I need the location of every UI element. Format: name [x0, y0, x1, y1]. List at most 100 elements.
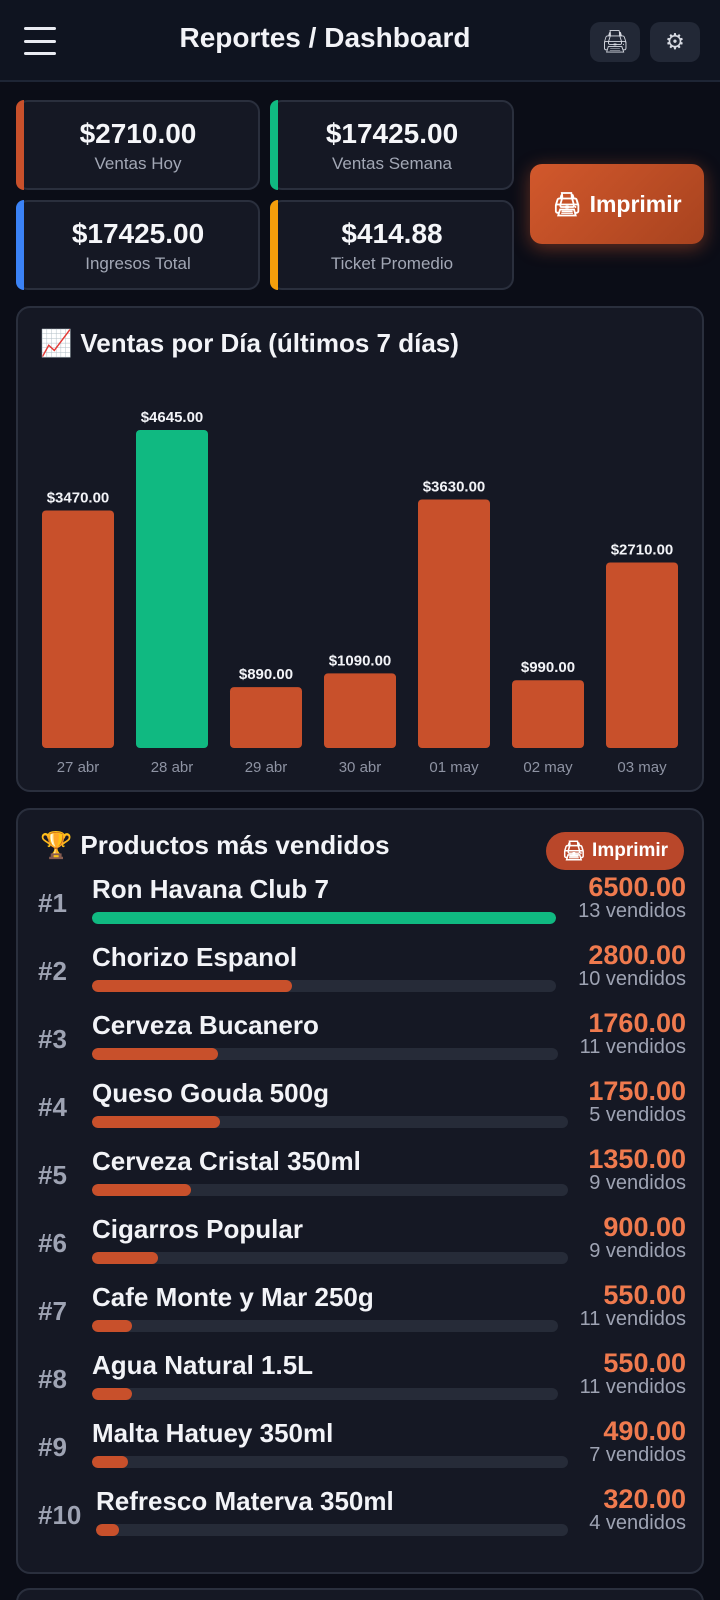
product-units: 11 vendidos	[579, 1036, 686, 1058]
print-products-button[interactable]: 🖨 Imprimir	[546, 832, 684, 870]
kpi-value: $17425.00	[71, 218, 205, 249]
print-icon-button[interactable]: 🖨	[590, 22, 640, 62]
chart-bar	[324, 673, 396, 748]
product-name: Chorizo Espanol	[92, 942, 298, 972]
product-units: 4 vendidos	[589, 1512, 686, 1534]
product-rank: #3	[38, 1024, 67, 1054]
product-revenue: 1350.00	[588, 1144, 686, 1174]
product-share-track	[92, 1184, 568, 1196]
product-revenue: 2800.00	[588, 940, 686, 970]
product-share-track	[92, 1456, 568, 1468]
top-products-title: 🏆 Productos más vendidos	[40, 830, 390, 861]
kpi-card-ventas-hoy: $2710.00 Ventas Hoy	[16, 100, 260, 190]
product-units: 7 vendidos	[589, 1444, 686, 1466]
settings-icon-button[interactable]: ⚙	[650, 22, 700, 62]
product-rank: #7	[38, 1296, 67, 1326]
product-share-bar	[92, 912, 556, 924]
hamburger-icon[interactable]	[24, 24, 56, 58]
product-revenue: 6500.00	[588, 872, 686, 902]
product-units: 9 vendidos	[589, 1172, 686, 1194]
next-panel	[16, 1588, 704, 1600]
chart-value-label: $990.00	[521, 659, 575, 676]
product-revenue: 550.00	[603, 1348, 686, 1378]
product-share-track	[96, 1524, 568, 1536]
chart-tick-label: 03 may	[617, 759, 667, 776]
product-name: Cigarros Popular	[92, 1214, 303, 1244]
product-revenue: 550.00	[603, 1280, 686, 1310]
product-share-bar	[92, 1320, 132, 1332]
product-name: Malta Hatuey 350ml	[92, 1418, 334, 1448]
sales-chart-panel: 📈 Ventas por Día (últimos 7 días) $3470.…	[16, 306, 704, 792]
product-rank: #10	[38, 1500, 82, 1530]
product-revenue: 320.00	[603, 1484, 686, 1514]
chart-value-label: $4645.00	[141, 409, 204, 426]
chart-bar	[606, 562, 678, 748]
chart-tick-label: 02 may	[523, 759, 573, 776]
product-rank: #6	[38, 1228, 67, 1258]
product-share-track	[92, 1388, 558, 1400]
product-name: Refresco Materva 350ml	[96, 1486, 394, 1516]
product-name: Queso Gouda 500g	[92, 1078, 329, 1108]
kpi-card-ticket-promedio: $414.88 Ticket Promedio	[270, 200, 514, 290]
app-header: Reportes / Dashboard 🖨 ⚙	[0, 0, 720, 82]
top-products-panel: 🏆 Productos más vendidos 🖨 Imprimir #1 Ro…	[16, 808, 704, 1574]
chart-tick-label: 27 abr	[57, 759, 100, 776]
top-products-title-text: Productos más vendidos	[80, 830, 390, 860]
product-units: 10 vendidos	[578, 968, 686, 990]
chart-value-label: $1090.00	[329, 652, 392, 669]
product-share-bar	[92, 1116, 221, 1128]
chart-value-label: $3470.00	[47, 489, 110, 506]
product-share-bar	[92, 1252, 158, 1264]
gear-icon: ⚙	[665, 29, 685, 54]
chart-tick-label: 28 abr	[151, 759, 194, 776]
trophy-icon: 🏆	[40, 830, 73, 860]
product-share-track	[92, 912, 556, 924]
chart-tick-label: 29 abr	[245, 759, 288, 776]
product-share-bar	[96, 1524, 120, 1536]
product-revenue: 1760.00	[588, 1008, 686, 1038]
print-report-label: Imprimir	[589, 190, 682, 217]
product-name: Cerveza Cristal 350ml	[92, 1146, 361, 1176]
print-report-button[interactable]: 🖨 Imprimir	[530, 164, 704, 244]
kpi-card-ventas-semana: $17425.00 Ventas Semana	[270, 100, 514, 190]
sales-bar-chart: $3470.00 27 abr $4645.00 28 abr $890.00 29 ab…	[42, 409, 678, 776]
chart-value-label: $3630.00	[423, 478, 486, 495]
product-row: #10 Refresco Materva 350ml 320.00 4 vendido…	[18, 1484, 706, 1554]
product-name: Ron Havana Club 7	[92, 874, 329, 904]
product-share-track	[92, 1048, 558, 1060]
product-units: 11 vendidos	[579, 1308, 686, 1330]
product-share-track	[92, 1320, 558, 1332]
product-row: #1 Ron Havana Club 7 6500.00 13 vendidos	[18, 872, 706, 942]
product-share-bar	[92, 1456, 128, 1468]
product-share-track	[92, 1252, 568, 1264]
kpi-card-ingresos-total: $17425.00 Ingresos Total	[16, 200, 260, 290]
chart-bar	[230, 687, 302, 748]
printer-icon: 🖨	[561, 841, 587, 862]
product-rank: #9	[38, 1432, 67, 1462]
kpi-value: $17425.00	[325, 118, 459, 149]
product-row: #6 Cigarros Popular 900.00 9 vendidos	[18, 1212, 706, 1282]
product-units: 13 vendidos	[578, 900, 686, 922]
kpi-label: Ventas Hoy	[94, 154, 182, 173]
kpi-label: Ingresos Total	[85, 254, 191, 273]
chart-bar	[42, 510, 114, 748]
product-row: #8 Agua Natural 1.5L 550.00 11 vendidos	[18, 1348, 706, 1418]
kpi-value: $414.88	[341, 218, 443, 249]
product-share-track	[92, 980, 556, 992]
product-share-bar	[92, 1184, 191, 1196]
product-share-bar	[92, 1388, 132, 1400]
page-title: Reportes / Dashboard	[179, 22, 471, 53]
product-rank: #8	[38, 1364, 67, 1394]
product-rank: #4	[38, 1092, 67, 1122]
product-share-bar	[92, 980, 292, 992]
chart-value-label: $890.00	[239, 666, 293, 683]
product-rank: #5	[38, 1160, 67, 1190]
product-revenue: 900.00	[603, 1212, 686, 1242]
product-row: #5 Cerveza Cristal 350ml 1350.00 9 vendidos	[18, 1144, 706, 1214]
printer-icon: 🖨	[552, 190, 582, 217]
chart-tick-label: 30 abr	[339, 759, 382, 776]
product-name: Agua Natural 1.5L	[92, 1350, 314, 1380]
product-rank: #2	[38, 956, 67, 986]
product-units: 5 vendidos	[589, 1104, 686, 1126]
product-row: #4 Queso Gouda 500g 1750.00 5 vendidos	[18, 1076, 706, 1146]
